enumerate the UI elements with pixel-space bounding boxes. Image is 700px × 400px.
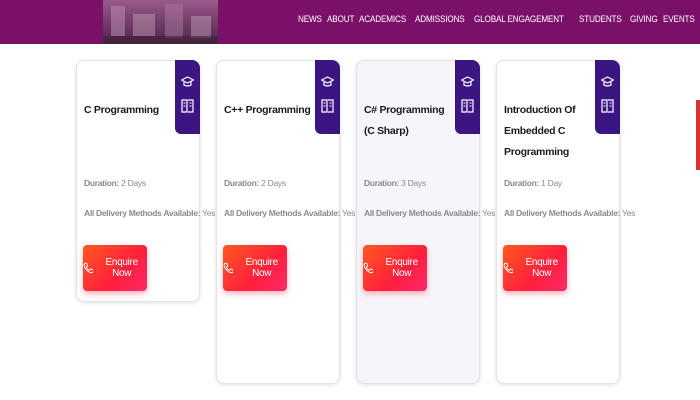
duration-label: Duration:	[364, 178, 400, 188]
nav-link-global-engagement[interactable]: GLOBAL ENGAGEMENT	[474, 14, 564, 25]
duration-value: 2 Days	[121, 178, 146, 188]
course-badge	[455, 60, 480, 134]
delivery-value: Yes	[622, 208, 636, 218]
enquire-now-button[interactable]: Enquire Now	[83, 245, 147, 291]
delivery-value: Yes	[342, 208, 356, 218]
delivery-label: All Delivery Methods Available:	[364, 208, 481, 218]
main-navigation: NEWS ABOUT ACADEMICS ADMISSIONS GLOBAL E…	[298, 14, 695, 25]
duration-value: 3 Days	[401, 178, 426, 188]
open-book-icon	[181, 99, 194, 113]
course-title: C# Programming (C Sharp)	[364, 104, 445, 137]
enquire-now-label: Enquire Now	[385, 257, 418, 279]
course-title: C Programming	[84, 104, 159, 116]
phone-icon	[503, 262, 514, 274]
nav-link-academics[interactable]: ACADEMICS	[359, 14, 406, 25]
course-duration: Duration: 1 Day	[504, 178, 562, 188]
duration-value: 2 Days	[261, 178, 286, 188]
course-card: Introduction Of Embedded C Programming D…	[496, 60, 635, 384]
course-delivery: All Delivery Methods Available: Yes	[364, 208, 495, 218]
course-delivery: All Delivery Methods Available: Yes	[84, 208, 215, 218]
phone-icon	[363, 262, 374, 274]
nav-link-admissions[interactable]: ADMISSIONS	[415, 14, 465, 25]
duration-label: Duration:	[84, 178, 120, 188]
graduation-cap-icon	[601, 76, 614, 87]
duration-value: 1 Day	[541, 178, 562, 188]
open-book-icon	[321, 99, 334, 113]
enquire-now-label: Enquire Now	[525, 257, 558, 279]
phone-icon	[83, 262, 94, 274]
enquire-now-button[interactable]: Enquire Now	[363, 245, 427, 291]
course-title: C++ Programming	[224, 104, 311, 116]
open-book-icon	[461, 99, 474, 113]
delivery-label: All Delivery Methods Available:	[84, 208, 201, 218]
course-card: C Programming Duration: 2 Days All Deliv…	[76, 60, 215, 302]
delivery-value: Yes	[482, 208, 496, 218]
graduation-cap-icon	[321, 76, 334, 87]
course-duration: Duration: 3 Days	[364, 178, 426, 188]
open-book-icon	[601, 99, 614, 113]
enquire-now-button[interactable]: Enquire Now	[223, 245, 287, 291]
graduation-cap-icon	[461, 76, 474, 87]
nav-link-about[interactable]: ABOUT	[327, 14, 354, 25]
top-header-bar: NEWS ABOUT ACADEMICS ADMISSIONS GLOBAL E…	[0, 0, 700, 44]
course-duration: Duration: 2 Days	[224, 178, 286, 188]
side-edge-tab[interactable]	[696, 100, 700, 170]
course-badge	[315, 60, 340, 134]
phone-icon	[223, 262, 234, 274]
enquire-now-button[interactable]: Enquire Now	[503, 245, 567, 291]
course-title: Introduction Of Embedded C Programming	[504, 104, 576, 158]
enquire-now-label: Enquire Now	[245, 257, 278, 279]
course-delivery: All Delivery Methods Available: Yes	[504, 208, 635, 218]
delivery-label: All Delivery Methods Available:	[224, 208, 341, 218]
nav-link-news[interactable]: NEWS	[298, 14, 322, 25]
duration-label: Duration:	[504, 178, 540, 188]
nav-link-events[interactable]: EVENTS	[663, 14, 695, 25]
duration-label: Duration:	[224, 178, 260, 188]
course-duration: Duration: 2 Days	[84, 178, 146, 188]
enquire-now-label: Enquire Now	[105, 257, 138, 279]
course-badge	[175, 60, 200, 134]
course-card: C++ Programming Duration: 2 Days All Del…	[216, 60, 355, 384]
nav-link-students[interactable]: STUDENTS	[579, 14, 622, 25]
course-badge	[595, 60, 620, 134]
delivery-label: All Delivery Methods Available:	[504, 208, 621, 218]
delivery-value: Yes	[202, 208, 216, 218]
graduation-cap-icon	[181, 76, 194, 87]
header-banner-image	[103, 0, 218, 44]
course-delivery: All Delivery Methods Available: Yes	[224, 208, 355, 218]
nav-link-giving[interactable]: GIVING	[630, 14, 658, 25]
course-card: C# Programming (C Sharp) Duration: 3 Day…	[356, 60, 495, 384]
